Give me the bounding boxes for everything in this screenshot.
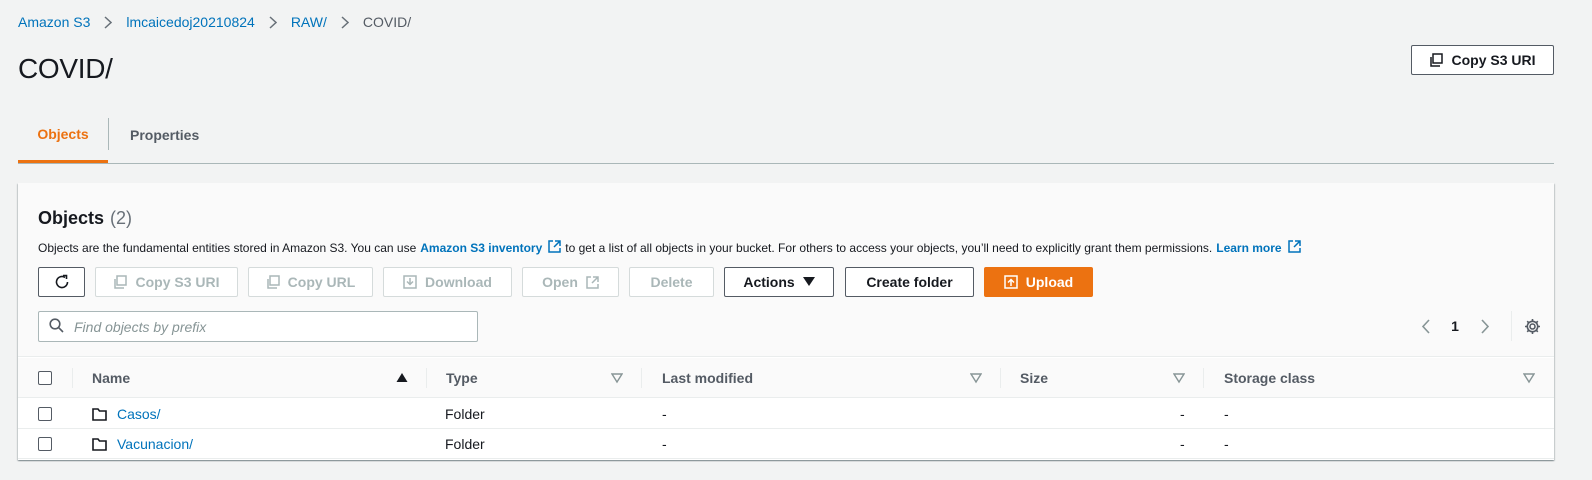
description-text-1: Objects are the fundamental entities sto… xyxy=(38,241,417,255)
object-size: - xyxy=(1180,436,1185,452)
download-label: Download xyxy=(425,274,492,290)
sort-ascending-icon[interactable] xyxy=(396,371,408,387)
objects-heading: Objects (2) xyxy=(38,208,132,229)
copy-s3-uri-header-label: Copy S3 URI xyxy=(1451,52,1536,68)
pagination: 1 xyxy=(1413,311,1544,341)
object-type: Folder xyxy=(445,436,485,452)
search-box xyxy=(38,311,478,342)
row-checkbox[interactable] xyxy=(38,437,52,451)
sort-descending-icon[interactable] xyxy=(1172,371,1186,387)
s3-inventory-link[interactable]: Amazon S3 inventory xyxy=(420,240,562,256)
copy-s3-uri-label: Copy S3 URI xyxy=(135,274,220,290)
objects-panel: Objects (2) Objects are the fundamental e… xyxy=(18,183,1554,460)
settings-gear-icon[interactable] xyxy=(1520,314,1544,338)
search-input[interactable] xyxy=(74,318,454,335)
chevron-right-icon xyxy=(104,15,113,29)
create-folder-label: Create folder xyxy=(866,274,953,290)
objects-count: (2) xyxy=(110,208,133,228)
download-icon xyxy=(403,275,417,289)
page-title: COVID/ xyxy=(18,53,113,84)
upload-button[interactable]: Upload xyxy=(984,267,1093,297)
object-name-link[interactable]: Vacunacion/ xyxy=(117,429,193,459)
object-storage-class: - xyxy=(1224,406,1229,422)
column-header-name[interactable]: Name xyxy=(92,358,130,398)
breadcrumb-link-raw[interactable]: RAW/ xyxy=(291,14,327,30)
upload-label: Upload xyxy=(1025,274,1074,290)
next-page-button[interactable] xyxy=(1473,314,1497,338)
chevron-right-icon xyxy=(269,15,277,29)
open-button[interactable]: Open xyxy=(522,267,619,297)
breadcrumb-link-bucket[interactable]: lmcaicedoj20210824 xyxy=(126,14,254,30)
search-icon xyxy=(49,317,64,336)
column-divider xyxy=(1203,368,1204,388)
object-storage-class: - xyxy=(1224,436,1229,452)
create-folder-button[interactable]: Create folder xyxy=(845,267,974,297)
object-last-modified: - xyxy=(662,436,667,452)
refresh-button[interactable] xyxy=(38,267,85,297)
open-label: Open xyxy=(542,274,578,290)
external-link-icon xyxy=(1287,240,1301,256)
sort-descending-icon[interactable] xyxy=(610,371,624,387)
actions-dropdown-button[interactable]: Actions xyxy=(724,267,834,297)
column-header-storage-class[interactable]: Storage class xyxy=(1224,358,1315,398)
table-row[interactable]: Casos/ Folder - - - xyxy=(18,399,1554,429)
row-checkbox[interactable] xyxy=(38,407,52,421)
s3-inventory-link-label: Amazon S3 inventory xyxy=(420,241,543,255)
copy-s3-uri-button[interactable]: Copy S3 URI xyxy=(95,267,238,297)
caret-down-icon xyxy=(802,277,815,287)
breadcrumb-link-amazon-s3[interactable]: Amazon S3 xyxy=(18,14,90,30)
copy-s3-uri-header-button[interactable]: Copy S3 URI xyxy=(1411,45,1554,75)
previous-page-button[interactable] xyxy=(1413,314,1437,338)
external-link-icon xyxy=(548,240,562,256)
folder-icon xyxy=(92,399,107,429)
copy-icon xyxy=(1429,53,1444,67)
objects-description: Objects are the fundamental entities sto… xyxy=(38,240,1305,256)
learn-more-label: Learn more xyxy=(1216,241,1282,255)
tab-properties[interactable]: Properties xyxy=(130,108,199,162)
copy-icon xyxy=(113,275,128,289)
chevron-right-icon xyxy=(341,15,349,29)
external-link-icon xyxy=(586,275,599,289)
table-header: Name Type Last modified Size Storage cla… xyxy=(18,358,1554,398)
object-last-modified: - xyxy=(662,406,667,422)
column-header-size[interactable]: Size xyxy=(1020,358,1048,398)
objects-panel-header: Objects (2) Objects are the fundamental e… xyxy=(18,183,1554,357)
copy-url-button[interactable]: Copy URL xyxy=(248,267,373,297)
tabs: Objects Properties xyxy=(18,108,1554,164)
sort-descending-icon[interactable] xyxy=(1522,371,1536,387)
delete-button[interactable]: Delete xyxy=(629,267,714,297)
column-divider xyxy=(641,368,642,388)
breadcrumb-current: COVID/ xyxy=(362,14,412,30)
object-size: - xyxy=(1180,406,1185,422)
delete-label: Delete xyxy=(650,274,693,290)
current-page-number[interactable]: 1 xyxy=(1445,318,1465,334)
object-name-link[interactable]: Casos/ xyxy=(117,399,161,429)
column-header-type[interactable]: Type xyxy=(446,358,478,398)
description-text-2: to get a list of all objects in your buc… xyxy=(565,241,1213,255)
table-row[interactable]: Vacunacion/ Folder - - - xyxy=(18,429,1554,459)
sort-descending-icon[interactable] xyxy=(969,371,983,387)
breadcrumb: Amazon S3 lmcaicedoj20210824 RAW/ COVID/ xyxy=(18,12,411,32)
column-divider xyxy=(72,368,73,388)
column-header-last-modified[interactable]: Last modified xyxy=(662,358,753,398)
pagination-divider xyxy=(1511,311,1512,341)
objects-heading-label: Objects xyxy=(38,208,105,228)
folder-icon xyxy=(92,429,107,459)
select-all-checkbox[interactable] xyxy=(38,371,52,385)
upload-icon xyxy=(1004,275,1018,289)
copy-icon xyxy=(266,275,280,289)
refresh-icon xyxy=(54,274,70,290)
column-divider xyxy=(1000,368,1001,388)
learn-more-link[interactable]: Learn more xyxy=(1216,240,1301,256)
column-divider xyxy=(426,368,427,388)
tab-divider xyxy=(108,118,109,150)
download-button[interactable]: Download xyxy=(383,267,512,297)
tab-objects[interactable]: Objects xyxy=(18,108,108,163)
copy-url-label: Copy URL xyxy=(287,274,356,290)
actions-label: Actions xyxy=(743,274,795,290)
object-type: Folder xyxy=(445,406,485,422)
